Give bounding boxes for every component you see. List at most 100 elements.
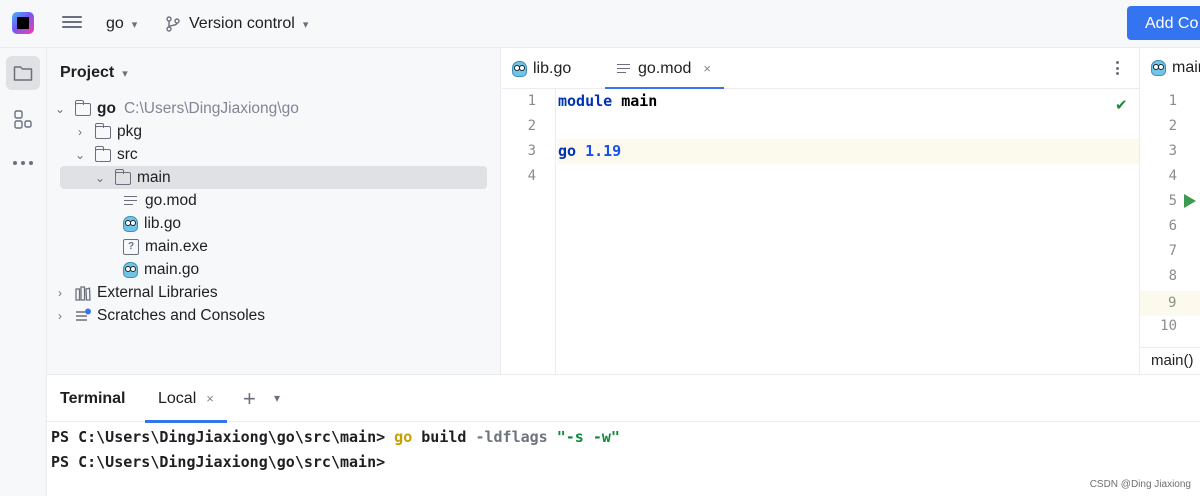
line-number: 7: [1168, 243, 1177, 259]
branch-icon: [166, 16, 180, 32]
tree-node-scratches[interactable]: › Scratches and Consoles: [53, 304, 265, 327]
version-control-switcher[interactable]: Version control ▾: [165, 12, 308, 36]
line-number: 9: [1140, 291, 1200, 316]
close-icon[interactable]: ×: [206, 391, 214, 406]
text-file-icon: [616, 61, 632, 77]
add-configuration-button[interactable]: Add Co: [1127, 6, 1200, 40]
close-icon[interactable]: ×: [703, 61, 711, 76]
code-editor[interactable]: module main go 1.19 ✔: [557, 89, 1139, 374]
module-name: main: [621, 92, 658, 110]
line-number: 3: [527, 143, 536, 159]
tree-node-main-exe[interactable]: ? main.exe: [115, 235, 208, 258]
tree-node-label: src: [117, 145, 138, 163]
chevron-down-icon[interactable]: ⌄: [73, 148, 87, 162]
tree-node-label: main.exe: [145, 237, 208, 255]
keyword: go: [558, 142, 577, 160]
tree-node-external-libraries[interactable]: › External Libraries: [53, 281, 218, 304]
line-number: 6: [1168, 218, 1177, 234]
tree-node-label: go: [97, 99, 116, 117]
breadcrumb[interactable]: main(): [1140, 347, 1200, 374]
main-menu-icon[interactable]: [62, 13, 82, 33]
terminal-prompt: PS C:\Users\DingJiaxiong\go\src\main>: [51, 453, 386, 471]
go-file-icon: [123, 215, 138, 232]
editor-tab-bar: lib.go go.mod ×: [502, 48, 1139, 90]
folder-icon: [114, 169, 131, 185]
tree-node-path-hint: C:\Users\DingJiaxiong\go: [123, 99, 299, 117]
terminal-panel: Terminal Local × + ▾ PS C:\Users\DingJia…: [47, 374, 1200, 496]
go-file-icon: [123, 261, 138, 278]
chevron-right-icon[interactable]: ›: [53, 286, 67, 300]
tree-node-label: External Libraries: [97, 283, 218, 301]
folder-icon: [94, 123, 111, 139]
code-line-1: module main: [558, 89, 657, 114]
project-switcher[interactable]: go ▾: [106, 12, 137, 36]
tree-node-label: pkg: [117, 122, 142, 140]
line-number: 2: [527, 118, 536, 134]
add-terminal-icon[interactable]: +: [243, 386, 256, 412]
right-split-editor: main 1 2 3 4 5 6 7 8 9 10 main(): [1139, 48, 1200, 374]
tab-label: lib.go: [533, 59, 572, 77]
unknown-file-icon: ?: [123, 238, 139, 255]
line-number: 5: [1168, 193, 1177, 209]
structure-tool-button[interactable]: [6, 102, 40, 136]
line-number: 4: [527, 168, 536, 184]
main-toolbar: go ▾ Version control ▾ Add Co: [0, 0, 1200, 48]
tree-node-label: Scratches and Consoles: [97, 306, 266, 324]
tree-node-go[interactable]: ⌄ go C:\Users\DingJiaxiong\go: [53, 97, 299, 120]
terminal-line: PS C:\Users\DingJiaxiong\go\src\main>: [51, 450, 620, 475]
more-options-icon[interactable]: [1108, 58, 1126, 78]
terminal-header: Terminal Local × + ▾: [47, 375, 1200, 423]
code-line-3: go 1.19: [558, 139, 621, 164]
chevron-down-icon: ▾: [122, 67, 128, 80]
structure-icon: [14, 110, 32, 129]
line-number: 3: [1168, 143, 1177, 159]
terminal-output[interactable]: PS C:\Users\DingJiaxiong\go\src\main> go…: [51, 425, 620, 475]
terminal-flag: -ldflags: [475, 428, 548, 446]
project-panel-title: Project: [60, 64, 115, 81]
folder-icon: [94, 146, 111, 162]
watermark: CSDN @Ding Jiaxiong: [1089, 479, 1191, 490]
chevron-down-icon[interactable]: ⌄: [53, 102, 67, 116]
tab-lib-go[interactable]: lib.go: [512, 48, 604, 89]
tab-go-mod[interactable]: go.mod ×: [605, 48, 724, 90]
line-number: 4: [1168, 168, 1177, 184]
terminal-string: "-s -w": [556, 428, 620, 446]
tree-node-label: go.mod: [145, 191, 197, 209]
current-line-highlight: [557, 139, 1139, 164]
chevron-right-icon[interactable]: ›: [53, 309, 67, 323]
terminal-line: PS C:\Users\DingJiaxiong\go\src\main> go…: [51, 425, 620, 450]
tree-node-main[interactable]: ⌄ main: [60, 166, 487, 189]
tree-node-lib-go[interactable]: lib.go: [115, 212, 181, 235]
checkmark-icon[interactable]: ✔: [1115, 96, 1128, 114]
folder-icon: [13, 66, 33, 81]
tab-label: Local: [158, 389, 197, 407]
line-number: 8: [1168, 268, 1177, 284]
chevron-down-icon: ▾: [302, 18, 309, 31]
tree-node-main-go[interactable]: main.go: [115, 258, 199, 281]
go-version: 1.19: [585, 142, 622, 160]
project-tool-button[interactable]: [6, 56, 40, 90]
chevron-down-icon: ▾: [131, 18, 138, 31]
tool-window-strip: [0, 48, 47, 496]
scratches-icon: [76, 308, 91, 321]
tree-node-go-mod[interactable]: go.mod: [115, 189, 197, 212]
goland-logo-icon[interactable]: [12, 12, 34, 34]
tab-main-go[interactable]: main: [1151, 59, 1200, 77]
more-tools-button[interactable]: [6, 146, 40, 180]
tree-node-src[interactable]: ⌄ src: [73, 143, 138, 166]
project-view-selector[interactable]: Project ▾: [60, 64, 128, 82]
run-gutter-icon[interactable]: [1184, 194, 1196, 208]
chevron-right-icon[interactable]: ›: [73, 125, 87, 139]
tree-node-pkg[interactable]: › pkg: [73, 120, 142, 143]
library-icon: [75, 285, 91, 301]
terminal-subcommand: build: [421, 428, 467, 446]
tab-local[interactable]: Local ×: [145, 375, 227, 423]
line-number: 10: [1160, 318, 1177, 334]
folder-icon: [74, 100, 91, 116]
chevron-down-icon[interactable]: ▾: [274, 391, 280, 405]
version-control-label: Version control: [189, 15, 295, 32]
more-icon: [13, 161, 33, 165]
keyword: module: [558, 92, 613, 110]
chevron-down-icon[interactable]: ⌄: [93, 171, 107, 185]
line-number-gutter: 1 2 3 4: [502, 89, 556, 374]
